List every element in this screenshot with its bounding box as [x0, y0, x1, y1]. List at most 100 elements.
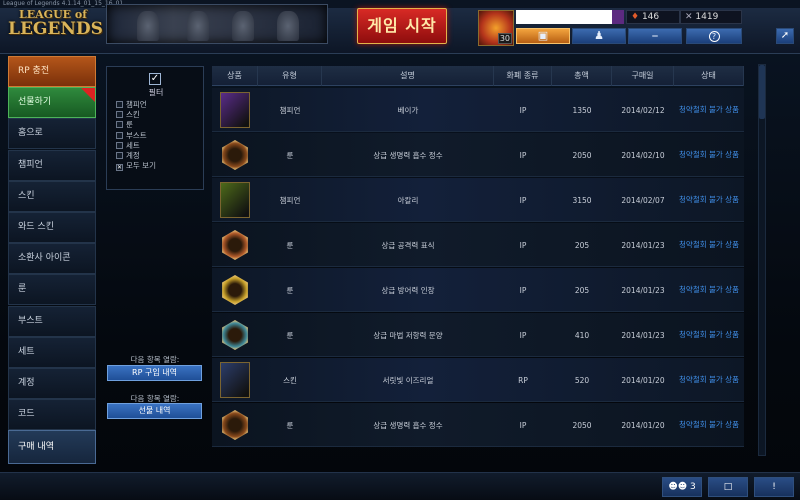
filter-option[interactable]: 룬	[116, 120, 133, 130]
cell-date: 2014/02/12	[621, 105, 665, 115]
table-row[interactable]: 스킨 서릿빛 이즈리얼 RP 520 2014/01/20 청약철회 불가 상품	[212, 358, 744, 402]
sidebar-item[interactable]: 홈으로	[8, 118, 96, 150]
filter-option[interactable]: 세트	[116, 141, 140, 151]
sidebar-item[interactable]: 선물하기	[8, 87, 96, 119]
column-header[interactable]: 상품	[212, 66, 258, 86]
play-button[interactable]: 게임 시작	[357, 8, 447, 44]
filter-option-label: 세트	[126, 140, 140, 150]
sidebar-item-label: 코드	[18, 409, 35, 420]
client-window: League of Legends 4.1.14_01_15_16_01 LEA…	[0, 0, 800, 500]
filter-checkbox[interactable]	[116, 111, 123, 119]
column-header[interactable]: 화폐 종류	[494, 66, 552, 86]
table-scrollbar[interactable]	[758, 64, 766, 456]
sidebar-item[interactable]: 구매 내역	[8, 430, 96, 465]
filter-option[interactable]: 부스트	[116, 131, 147, 141]
friends-icon: ☻☻	[668, 482, 688, 492]
sidebar-item[interactable]: 스킨	[8, 180, 96, 212]
cell-total: 3150	[572, 195, 592, 205]
cell-currency: RP	[518, 375, 528, 385]
cell-date: 2014/02/07	[621, 195, 665, 205]
akali-portrait-icon[interactable]	[220, 182, 250, 218]
veigar-portrait-icon[interactable]	[220, 92, 250, 128]
filter-option-label: 챔피언	[126, 100, 147, 109]
cell-desc: 상급 생명력 흡수 정수	[373, 150, 443, 160]
sidebar-item[interactable]: 코드	[8, 399, 96, 431]
rp-purchase-history-button[interactable]: RP 구입 내역	[107, 365, 202, 381]
new-tag	[81, 88, 95, 103]
filter-checkbox[interactable]	[116, 152, 123, 159]
product-cell	[212, 358, 258, 402]
scrollbar-thumb[interactable]	[759, 65, 765, 119]
column-header[interactable]: 구매일	[612, 66, 674, 86]
filter-option[interactable]: 챔피언	[116, 100, 147, 110]
sidebar-item[interactable]: 룬	[8, 274, 96, 306]
filter-option-label: 부스트	[126, 130, 147, 140]
cell-total: 410	[574, 330, 590, 340]
filter-checkbox[interactable]	[116, 141, 123, 149]
column-header[interactable]: 상태	[674, 66, 744, 86]
summoner-avatar[interactable]: 30	[478, 10, 514, 46]
profile-icon: ♟	[594, 29, 604, 42]
rp-balance-value: 146	[641, 12, 660, 22]
filter-checkbox[interactable]	[116, 121, 123, 129]
cell-status: 청약철회 불가 상품	[679, 105, 739, 114]
spellbook-icon: ⎯	[652, 29, 658, 42]
quintessence-rune-icon[interactable]	[222, 410, 248, 440]
table-row[interactable]: 룬 상급 마법 저항력 문양 IP 410 2014/01/23 청약철회 불가 상품	[212, 313, 744, 357]
glyph-rune-icon[interactable]	[222, 320, 248, 350]
product-cell	[212, 313, 258, 357]
table-row[interactable]: 룬 상급 방어력 인장 IP 205 2014/01/23 청약철회 불가 상품	[212, 268, 744, 312]
shop-icon: ▣	[537, 29, 549, 42]
table-row[interactable]: 챔피언 아칼리 IP 3150 2014/02/07 청약철회 불가 상품	[212, 178, 744, 222]
cell-currency: IP	[519, 105, 527, 115]
cell-total: 2050	[572, 150, 592, 160]
ezreal-skin-icon[interactable]	[220, 362, 250, 398]
cell-desc: 서릿빛 이즈리얼	[382, 375, 434, 385]
filter-checkbox[interactable]	[116, 101, 123, 108]
filter-option[interactable]: 계정	[116, 151, 140, 161]
purchase-history-table: 상품 유형 설명 화폐 종류 총액 구매일 상태 챔피언 베이가 IP 1350 2014/02/1…	[212, 66, 752, 458]
table-row[interactable]: 룬 상급 생명력 흡수 정수 IP 2050 2014/02/10 청약철회 불가 상품	[212, 133, 744, 177]
history-label-rp: 다음 항목 열람:	[130, 355, 180, 364]
filter-checkbox[interactable]: ✕	[116, 164, 123, 172]
table-row[interactable]: 룬 상급 공격력 표식 IP 205 2014/01/23 청약철회 불가 상품	[212, 223, 744, 267]
table-row[interactable]: 룬 상급 생명력 흡수 정수 IP 2050 2014/01/20 청약철회 불가 상품	[212, 403, 744, 447]
sidebar-item[interactable]: 챔피언	[8, 149, 96, 181]
sidebar-item-label: 구매 내역	[18, 442, 54, 453]
friends-button[interactable]: ☻☻ 3	[662, 477, 702, 497]
sidebar-item[interactable]: 소환사 아이콘	[8, 243, 96, 275]
product-cell	[212, 223, 258, 267]
pin-button[interactable]: ➚	[776, 28, 794, 44]
cell-currency: IP	[519, 330, 527, 340]
product-cell	[212, 133, 258, 177]
column-header[interactable]: 총액	[552, 66, 612, 86]
banner-face	[232, 11, 254, 41]
mark-rune-icon[interactable]	[222, 230, 248, 260]
column-header[interactable]: 설명	[322, 66, 494, 86]
banner-face	[187, 11, 209, 41]
chat-icon: □	[723, 482, 733, 492]
filter-option[interactable]: ✕ 모두 보기	[116, 161, 156, 172]
cell-date: 2014/01/20	[621, 420, 665, 430]
quintessence-rune-icon[interactable]	[222, 140, 248, 170]
sidebar-item[interactable]: 와드 스킨	[8, 212, 96, 243]
gift-history-button[interactable]: 선물 내역	[107, 403, 202, 419]
chat-button[interactable]: □	[708, 477, 748, 497]
seal-rune-icon[interactable]	[222, 275, 248, 305]
column-header[interactable]: 유형	[258, 66, 322, 86]
sidebar-item[interactable]: 세트	[8, 336, 96, 368]
sidebar-item[interactable]: 계정	[8, 368, 96, 399]
cell-desc: 상급 생명력 흡수 정수	[373, 420, 443, 430]
shop-button[interactable]: ▣	[516, 28, 570, 44]
ip-balance: ✕ 1419	[680, 10, 742, 24]
alert-button[interactable]: !	[754, 477, 794, 497]
sidebar-item[interactable]: RP 충전	[8, 56, 96, 87]
table-row[interactable]: 챔피언 베이가 IP 1350 2014/02/12 청약철회 불가 상품	[212, 88, 744, 132]
profile-button[interactable]: ♟	[572, 28, 626, 44]
filter-checkbox[interactable]	[116, 131, 123, 139]
filter-option[interactable]: 스킨	[116, 110, 140, 120]
cell-status: 청약철회 불가 상품	[679, 375, 739, 384]
spellbook-button[interactable]: ⎯	[628, 28, 682, 44]
sidebar-item[interactable]: 부스트	[8, 305, 96, 337]
help-button[interactable]: ?	[686, 28, 742, 44]
